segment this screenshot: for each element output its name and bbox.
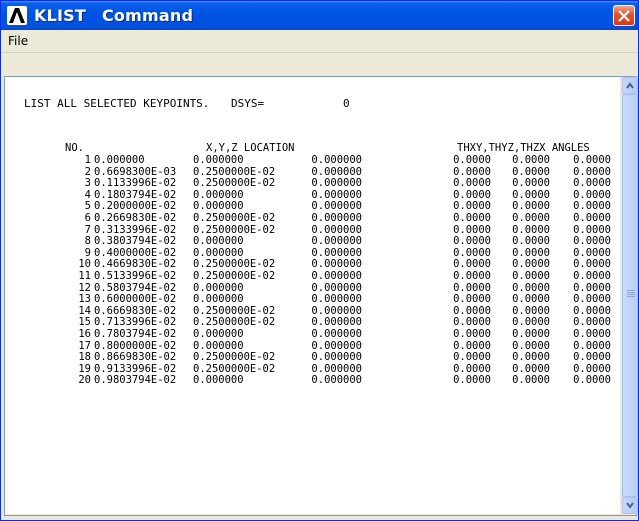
cell-x: 0.2669830E-02 — [94, 212, 177, 224]
cell-a2: 0.0000 — [512, 374, 550, 387]
cell-a1: 0.0000 — [453, 328, 491, 340]
cell-a1: 0.0000 — [453, 374, 491, 387]
output-area[interactable]: LIST ALL SELECTED KEYPOINTS. DSYS= 0 NO.… — [5, 77, 620, 514]
cell-a3: 0.0000 — [573, 154, 611, 166]
scrollbar-grip-icon — [627, 290, 635, 298]
menu-bar: File — [1, 30, 638, 53]
window-subtitle: Command — [101, 6, 194, 25]
cell-y: 0.000000 — [193, 328, 244, 340]
table-row: 16 0.7803794E-02 0.000000 0.000000 0.0000 0.0… — [5, 328, 620, 341]
cell-z: 0.000000 — [311, 270, 362, 282]
table-row: 6 0.2669830E-02 0.2500000E-02 0.000000 0.000… — [5, 212, 620, 225]
column-header-location: X,Y,Z LOCATION — [206, 142, 295, 154]
cell-a2: 0.0000 — [512, 212, 550, 224]
cell-no: 6 — [84, 212, 91, 224]
cell-a1: 0.0000 — [453, 154, 491, 166]
dsys-value: 0 — [343, 97, 350, 110]
close-icon — [618, 10, 630, 22]
cell-no: 11 — [78, 270, 91, 282]
close-button[interactable] — [613, 5, 635, 26]
cell-a2: 0.0000 — [512, 328, 550, 340]
cell-z: 0.000000 — [311, 212, 362, 224]
scroll-up-arrow-icon — [626, 82, 634, 89]
cell-no: 20 — [78, 374, 91, 387]
cell-x: 0.5133996E-02 — [94, 270, 177, 282]
cell-y: 0.000000 — [193, 154, 244, 166]
cell-y: 0.2500000E-02 — [193, 270, 276, 282]
vertical-scrollbar[interactable] — [621, 77, 638, 514]
cell-x: 0.000000 — [94, 154, 145, 166]
cell-no: 1 — [84, 154, 91, 166]
cell-a3: 0.0000 — [573, 374, 611, 387]
cell-a3: 0.0000 — [573, 328, 611, 340]
cell-no: 16 — [78, 328, 91, 340]
window-title: KLIST Command — [34, 6, 193, 25]
cell-a2: 0.0000 — [512, 270, 550, 282]
cell-z: 0.000000 — [311, 374, 362, 387]
title-bar[interactable]: KLIST Command — [1, 1, 638, 30]
cell-x: 0.7803794E-02 — [94, 328, 177, 340]
scroll-down-button[interactable] — [622, 497, 638, 514]
list-header: LIST ALL SELECTED KEYPOINTS. — [24, 97, 210, 110]
table-row: 1 0.000000 0.000000 0.000000 0.0000 0.0000 0.0… — [5, 154, 620, 167]
cell-a1: 0.0000 — [453, 270, 491, 282]
cell-a3: 0.0000 — [573, 270, 611, 282]
scrollbar-thumb[interactable] — [622, 94, 638, 497]
column-header-angles: THXY,THYZ,THZX ANGLES — [457, 142, 590, 154]
klist-window: KLIST Command File LIST ALL SELECTED KEYP… — [0, 0, 639, 521]
table-row: 20 0.9803794E-02 0.000000 0.000000 0.0000 0.0… — [5, 375, 620, 387]
cell-a3: 0.0000 — [573, 212, 611, 224]
cell-x: 0.9803794E-02 — [94, 374, 177, 387]
cell-a2: 0.0000 — [512, 154, 550, 166]
cell-y: 0.2500000E-02 — [193, 212, 276, 224]
cell-y: 0.000000 — [193, 374, 244, 387]
menu-file[interactable]: File — [8, 34, 28, 48]
ansys-logo-icon — [7, 6, 27, 25]
dsys-label: DSYS= — [231, 97, 265, 110]
cell-z: 0.000000 — [311, 154, 362, 166]
cell-a1: 0.0000 — [453, 212, 491, 224]
scroll-down-arrow-icon — [626, 502, 634, 509]
app-name: KLIST — [34, 6, 86, 25]
table-row: 11 0.5133996E-02 0.2500000E-02 0.000000 0.00… — [5, 270, 620, 283]
cell-z: 0.000000 — [311, 328, 362, 340]
column-header-no: NO. — [65, 142, 84, 154]
scroll-up-button[interactable] — [622, 77, 638, 94]
